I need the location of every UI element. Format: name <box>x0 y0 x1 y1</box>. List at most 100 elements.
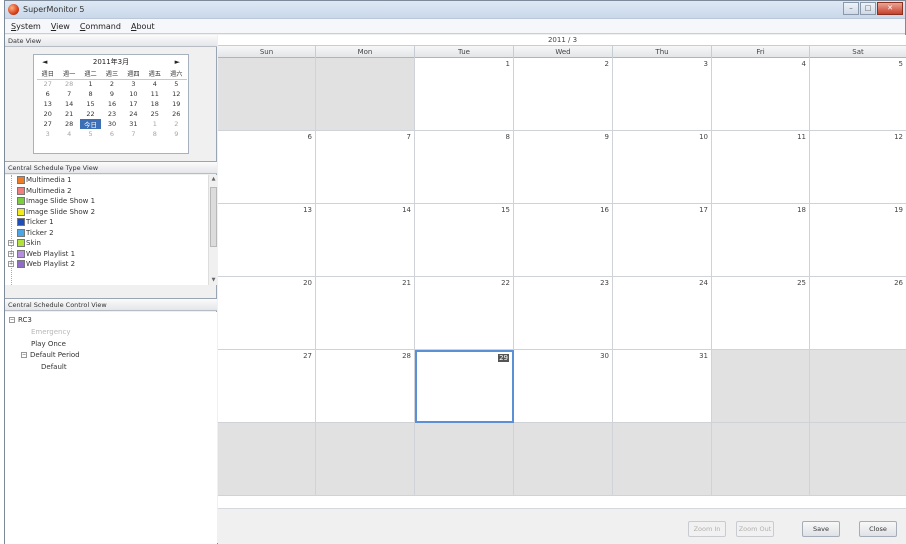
tree-node-emergency[interactable]: Emergency <box>31 328 70 336</box>
mini-calendar-day[interactable]: 1 <box>144 119 165 129</box>
mini-calendar-day[interactable]: 24 <box>123 109 144 119</box>
menu-about[interactable]: About <box>131 22 155 31</box>
calendar-day-cell[interactable]: 2 <box>514 58 613 131</box>
mini-calendar-day[interactable]: 2 <box>166 119 187 129</box>
close-button[interactable]: Close <box>859 521 897 537</box>
mini-calendar-day[interactable]: 19 <box>166 99 187 109</box>
mini-calendar-day[interactable]: 4 <box>144 79 165 89</box>
calendar-day-cell[interactable]: 3 <box>613 58 712 131</box>
schedule-type-item[interactable]: + Skin <box>5 238 217 249</box>
mini-calendar-day[interactable]: 21 <box>58 109 79 119</box>
calendar-day-cell[interactable]: 8 <box>415 131 514 204</box>
mini-calendar-day[interactable]: 9 <box>101 89 122 99</box>
schedule-type-item[interactable]: Ticker 2 <box>5 228 217 239</box>
mini-calendar-day[interactable]: 5 <box>166 79 187 89</box>
expand-icon[interactable]: + <box>8 261 14 267</box>
calendar-day-cell[interactable]: 25 <box>712 277 810 350</box>
calendar-day-cell[interactable]: 16 <box>514 204 613 277</box>
mini-calendar-day[interactable]: 7 <box>123 129 144 139</box>
mini-calendar-day[interactable]: 26 <box>166 109 187 119</box>
mini-calendar-day[interactable]: 31 <box>123 119 144 129</box>
schedule-type-item[interactable]: Multimedia 2 <box>5 186 217 197</box>
calendar-day-cell[interactable]: 1 <box>415 58 514 131</box>
mini-calendar-day[interactable]: 2 <box>101 79 122 89</box>
schedule-type-item[interactable]: Ticker 1 <box>5 217 217 228</box>
calendar-day-cell[interactable]: 24 <box>613 277 712 350</box>
prev-month-icon[interactable]: ◄ <box>42 58 47 66</box>
schedule-type-item[interactable]: Image Slide Show 2 <box>5 207 217 218</box>
mini-calendar-day[interactable]: 27 <box>37 119 58 129</box>
calendar-day-cell[interactable]: 20 <box>218 277 316 350</box>
mini-calendar-day[interactable]: 9 <box>166 129 187 139</box>
mini-calendar-day[interactable]: 6 <box>101 129 122 139</box>
calendar-day-cell[interactable] <box>316 58 415 131</box>
calendar-day-cell[interactable]: 14 <box>316 204 415 277</box>
calendar-day-cell[interactable]: 4 <box>712 58 810 131</box>
mini-calendar-day[interactable]: 17 <box>123 99 144 109</box>
type-list-scrollbar[interactable]: ▲ ▼ <box>208 175 217 285</box>
mini-calendar-day[interactable]: 20 <box>37 109 58 119</box>
expand-icon[interactable]: + <box>8 240 14 246</box>
schedule-type-item[interactable]: + Web Playlist 1 <box>5 249 217 260</box>
mini-calendar-day[interactable]: 25 <box>144 109 165 119</box>
calendar-day-cell[interactable] <box>712 423 810 496</box>
calendar-day-cell[interactable] <box>415 423 514 496</box>
calendar-day-cell[interactable]: 7 <box>316 131 415 204</box>
calendar-day-cell[interactable]: 26 <box>810 277 906 350</box>
calendar-day-cell[interactable] <box>218 423 316 496</box>
calendar-day-cell[interactable]: 30 <box>514 350 613 423</box>
tree-node-rc3[interactable]: − RC3 <box>9 316 32 324</box>
collapse-icon[interactable]: − <box>21 352 27 358</box>
collapse-icon[interactable]: − <box>9 317 15 323</box>
mini-calendar-day[interactable]: 6 <box>37 89 58 99</box>
calendar-day-cell[interactable]: 29 <box>415 350 514 423</box>
next-month-icon[interactable]: ► <box>175 58 180 66</box>
mini-calendar-day[interactable]: 10 <box>123 89 144 99</box>
mini-calendar-day[interactable]: 13 <box>37 99 58 109</box>
calendar-day-cell[interactable]: 27 <box>218 350 316 423</box>
schedule-type-item[interactable]: Multimedia 1 <box>5 175 217 186</box>
calendar-day-cell[interactable]: 31 <box>613 350 712 423</box>
mini-calendar-day[interactable]: 18 <box>144 99 165 109</box>
menu-system[interactable]: System <box>11 22 41 31</box>
mini-calendar-day[interactable]: 8 <box>144 129 165 139</box>
calendar-day-cell[interactable] <box>316 423 415 496</box>
menu-command[interactable]: Command <box>80 22 121 31</box>
menu-view[interactable]: View <box>51 22 70 31</box>
mini-calendar-day[interactable]: 3 <box>123 79 144 89</box>
calendar-day-cell[interactable]: 11 <box>712 131 810 204</box>
save-button[interactable]: Save <box>802 521 840 537</box>
calendar-day-cell[interactable] <box>613 423 712 496</box>
calendar-day-cell[interactable]: 21 <box>316 277 415 350</box>
mini-calendar-day[interactable]: 28 <box>58 119 79 129</box>
mini-calendar-day[interactable]: 27 <box>37 79 58 89</box>
mini-calendar-day[interactable]: 3 <box>37 129 58 139</box>
mini-calendar-day[interactable]: 7 <box>58 89 79 99</box>
close-window-icon[interactable]: ✕ <box>877 2 903 15</box>
calendar-day-cell[interactable] <box>514 423 613 496</box>
calendar-day-cell[interactable]: 18 <box>712 204 810 277</box>
calendar-day-cell[interactable]: 17 <box>613 204 712 277</box>
calendar-day-cell[interactable]: 15 <box>415 204 514 277</box>
zoom-out-button[interactable]: Zoom Out <box>736 521 774 537</box>
tree-node-default-period[interactable]: − Default Period <box>21 351 80 359</box>
calendar-day-cell[interactable]: 19 <box>810 204 906 277</box>
calendar-day-cell[interactable]: 22 <box>415 277 514 350</box>
calendar-day-cell[interactable]: 9 <box>514 131 613 204</box>
maximize-icon[interactable]: □ <box>860 2 876 15</box>
mini-calendar-day[interactable]: 28 <box>58 79 79 89</box>
expand-icon[interactable]: + <box>8 250 14 257</box>
schedule-type-item[interactable]: + Web Playlist 2 <box>5 259 217 270</box>
calendar-day-cell[interactable]: 12 <box>810 131 906 204</box>
tree-node-default[interactable]: Default <box>41 363 67 371</box>
tree-node-play-once[interactable]: Play Once <box>31 340 66 348</box>
scroll-up-icon[interactable]: ▲ <box>209 175 217 184</box>
mini-calendar-day[interactable]: 16 <box>101 99 122 109</box>
mini-calendar-day[interactable]: 8 <box>80 89 101 99</box>
calendar-day-cell[interactable]: 28 <box>316 350 415 423</box>
calendar-day-cell[interactable]: 23 <box>514 277 613 350</box>
calendar-day-cell[interactable] <box>218 58 316 131</box>
scroll-down-icon[interactable]: ▼ <box>209 276 217 285</box>
mini-calendar[interactable]: ◄ 2011年3月 ► 週日 週一 週二 週三 週四 週五 週六 27 28 1 2 3 4 5 6 7 8 9… <box>33 54 189 154</box>
minimize-icon[interactable]: – <box>843 2 859 15</box>
